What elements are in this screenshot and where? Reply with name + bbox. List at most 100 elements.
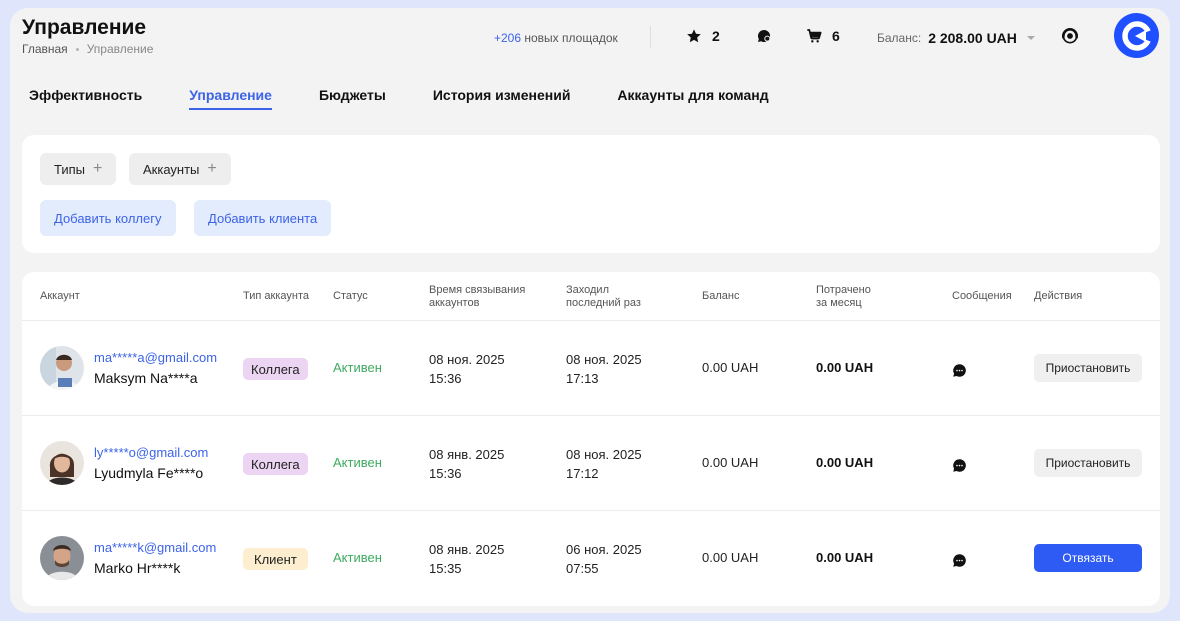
plus-icon: + bbox=[93, 160, 103, 177]
app-frame: Управление Главная Управление +206 новых… bbox=[10, 8, 1170, 613]
brand-logo[interactable] bbox=[1114, 13, 1159, 58]
balance-cell: 0.00 UAH bbox=[702, 360, 759, 375]
tab-management[interactable]: Управление bbox=[189, 87, 272, 110]
account-name: Lyudmyla Fe****o bbox=[94, 465, 204, 481]
account-type-badge: Клиент bbox=[243, 548, 308, 570]
table-row: ly*****o@gmail.com Lyudmyla Fe****o Колл… bbox=[22, 416, 1160, 511]
add-client-button[interactable]: Добавить клиента bbox=[194, 200, 332, 236]
new-sites-text: новых площадок bbox=[524, 31, 618, 45]
breadcrumb-current: Управление bbox=[86, 42, 154, 56]
message-icon bbox=[953, 364, 966, 377]
last-seen-datetime: 08 ноя. 2025 17:12 bbox=[566, 445, 642, 483]
support-button[interactable] bbox=[1060, 26, 1080, 51]
account-type-badge: Коллега bbox=[243, 453, 308, 475]
message-button[interactable] bbox=[952, 553, 967, 573]
message-icon bbox=[953, 554, 966, 567]
col-messages: Сообщения bbox=[952, 290, 1012, 302]
col-link-time-line2: аккаунтов bbox=[429, 297, 480, 309]
message-icon bbox=[953, 459, 966, 472]
chevron-down-icon bbox=[1026, 36, 1035, 40]
balance-label: Баланс: bbox=[877, 31, 922, 45]
cart-icon bbox=[807, 29, 822, 43]
link-date: 08 ноя. 2025 bbox=[429, 352, 505, 367]
message-button[interactable] bbox=[952, 458, 967, 478]
last-seen-date: 08 ноя. 2025 bbox=[566, 447, 642, 462]
support-icon bbox=[1062, 28, 1078, 44]
balance-value: 2 208.00 UAH bbox=[928, 30, 1017, 46]
cart-count: 6 bbox=[832, 28, 840, 44]
avatar bbox=[40, 441, 84, 485]
chat-button[interactable] bbox=[756, 28, 772, 44]
table-row: ma*****a@gmail.com Maksym Na****a Коллег… bbox=[22, 321, 1160, 416]
col-last-seen-line2: последний раз bbox=[566, 297, 641, 309]
tab-history[interactable]: История изменений bbox=[433, 87, 571, 110]
link-date: 08 янв. 2025 bbox=[429, 542, 505, 557]
favorites-count: 2 bbox=[712, 28, 720, 44]
link-datetime: 08 янв. 2025 15:35 bbox=[429, 540, 504, 578]
suspend-button[interactable]: Приостановить bbox=[1034, 449, 1142, 477]
tab-team-accounts[interactable]: Аккаунты для команд bbox=[617, 87, 768, 110]
filter-types[interactable]: Типы + bbox=[40, 153, 117, 185]
account-type-badge: Коллега bbox=[243, 358, 308, 380]
account-email[interactable]: ma*****a@gmail.com bbox=[94, 350, 217, 365]
col-status: Статус bbox=[333, 290, 368, 302]
link-time: 15:35 bbox=[429, 561, 462, 576]
col-spent-line1: Потрачено bbox=[816, 284, 871, 296]
new-sites-link[interactable]: +206 новых площадок bbox=[494, 31, 618, 45]
col-type: Тип аккаунта bbox=[243, 290, 309, 302]
last-seen-time: 17:13 bbox=[566, 371, 599, 386]
tab-budgets[interactable]: Бюджеты bbox=[319, 87, 386, 110]
status-text: Активен bbox=[333, 455, 382, 470]
col-link-time: Время связывания аккаунтов bbox=[429, 284, 525, 310]
last-seen-datetime: 08 ноя. 2025 17:13 bbox=[566, 350, 642, 388]
last-seen-date: 06 ноя. 2025 bbox=[566, 542, 642, 557]
brand-logo-icon bbox=[1121, 20, 1154, 51]
breadcrumb-home[interactable]: Главная bbox=[22, 42, 68, 56]
breadcrumb-separator bbox=[75, 47, 79, 51]
col-spent: Потрачено за месяц bbox=[816, 284, 871, 310]
avatar bbox=[40, 536, 84, 580]
link-date: 08 янв. 2025 bbox=[429, 447, 505, 462]
account-email[interactable]: ma*****k@gmail.com bbox=[94, 540, 216, 555]
avatar bbox=[40, 346, 84, 390]
status-text: Активен bbox=[333, 550, 382, 565]
tab-efficiency[interactable]: Эффективность bbox=[29, 87, 142, 110]
table-row: ma*****k@gmail.com Marko Hr****k Клиент … bbox=[22, 511, 1160, 606]
filter-types-label: Типы bbox=[54, 161, 86, 177]
last-seen-time: 17:12 bbox=[566, 466, 599, 481]
col-last-seen-line1: Заходил bbox=[566, 284, 609, 296]
link-datetime: 08 янв. 2025 15:36 bbox=[429, 445, 504, 483]
accounts-table: Аккаунт Тип аккаунта Статус Время связыв… bbox=[22, 272, 1160, 606]
link-datetime: 08 ноя. 2025 15:36 bbox=[429, 350, 505, 388]
header-divider bbox=[650, 26, 651, 48]
balance-cell: 0.00 UAH bbox=[702, 550, 759, 565]
account-email[interactable]: ly*****o@gmail.com bbox=[94, 445, 208, 460]
page-title: Управление bbox=[22, 16, 147, 39]
unlink-button[interactable]: Отвязать bbox=[1034, 544, 1142, 572]
col-balance: Баланс bbox=[702, 290, 740, 302]
plus-icon: + bbox=[207, 160, 217, 177]
filter-accounts[interactable]: Аккаунты + bbox=[129, 153, 231, 185]
account-name: Maksym Na****a bbox=[94, 370, 198, 386]
message-button[interactable] bbox=[952, 363, 967, 383]
last-seen-datetime: 06 ноя. 2025 07:55 bbox=[566, 540, 642, 578]
col-spent-line2: за месяц bbox=[816, 297, 862, 309]
last-seen-time: 07:55 bbox=[566, 561, 599, 576]
favorites-button[interactable]: 2 bbox=[686, 28, 720, 44]
chat-bubble-icon bbox=[757, 29, 771, 42]
filter-panel: Типы + Аккаунты + Добавить коллегу Добав… bbox=[22, 135, 1160, 253]
balance-dropdown[interactable]: Баланс: 2 208.00 UAH bbox=[877, 30, 1035, 46]
new-sites-count: +206 bbox=[494, 31, 522, 45]
link-time: 15:36 bbox=[429, 466, 462, 481]
col-last-seen: Заходил последний раз bbox=[566, 284, 641, 310]
cart-button[interactable]: 6 bbox=[806, 28, 840, 44]
add-colleague-button[interactable]: Добавить коллегу bbox=[40, 200, 176, 236]
suspend-button[interactable]: Приостановить bbox=[1034, 354, 1142, 382]
spent-cell: 0.00 UAH bbox=[816, 455, 874, 470]
star-icon bbox=[687, 29, 701, 43]
link-time: 15:36 bbox=[429, 371, 462, 386]
spent-cell: 0.00 UAH bbox=[816, 550, 874, 565]
col-link-time-line1: Время связывания bbox=[429, 284, 526, 296]
account-name: Marko Hr****k bbox=[94, 560, 181, 576]
spent-cell: 0.00 UAH bbox=[816, 360, 874, 375]
